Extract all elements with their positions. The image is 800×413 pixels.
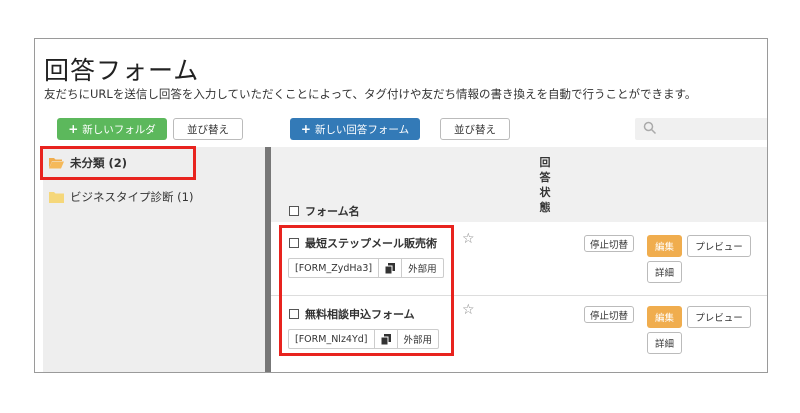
star-icon[interactable]: ☆ — [462, 231, 475, 247]
table-header: フォーム名 回答状態 — [271, 147, 767, 222]
star-icon[interactable]: ☆ — [462, 302, 475, 318]
preview-button[interactable]: プレビュー — [687, 306, 751, 328]
folder-sidebar: 未分類 (2) ビジネスタイプ診断 (1) — [43, 147, 265, 372]
stop-toggle-button[interactable]: 停止切替 — [584, 235, 634, 252]
page-description: 友だちにURLを送信し回答を入力していただくことによって、タグ付けや友だち情報の… — [44, 87, 697, 101]
new-form-label: 新しい回答フォーム — [314, 123, 410, 136]
select-all-checkbox[interactable] — [289, 206, 299, 216]
search-icon — [643, 121, 657, 135]
highlight-box-folder — [40, 146, 196, 180]
detail-button[interactable]: 詳細 — [647, 261, 682, 283]
edit-button[interactable]: 編集 — [647, 235, 682, 257]
sort-forms-button[interactable]: 並び替え — [440, 118, 510, 140]
folder-icon — [49, 192, 64, 203]
plus-icon: + — [300, 122, 311, 136]
folder-item-business-type[interactable]: ビジネスタイプ診断 (1) — [49, 189, 193, 205]
plus-icon: + — [68, 122, 79, 136]
preview-button[interactable]: プレビュー — [687, 235, 751, 257]
new-form-button[interactable]: + 新しい回答フォーム — [290, 118, 420, 140]
search-input[interactable] — [635, 118, 767, 140]
sort-folders-button[interactable]: 並び替え — [173, 118, 243, 140]
highlight-box-forms — [279, 225, 454, 356]
name-column-header: フォーム名 — [289, 203, 360, 219]
stop-toggle-button[interactable]: 停止切替 — [584, 306, 634, 323]
page-title: 回答フォーム — [44, 56, 200, 85]
new-folder-button[interactable]: + 新しいフォルダ — [57, 118, 167, 140]
status-column-header: 回答状態 — [539, 156, 551, 214]
detail-button[interactable]: 詳細 — [647, 332, 682, 354]
new-folder-label: 新しいフォルダ — [82, 123, 156, 136]
folder-label: ビジネスタイプ診断 (1) — [70, 190, 194, 204]
edit-button[interactable]: 編集 — [647, 306, 682, 328]
name-column-label: フォーム名 — [305, 205, 360, 218]
